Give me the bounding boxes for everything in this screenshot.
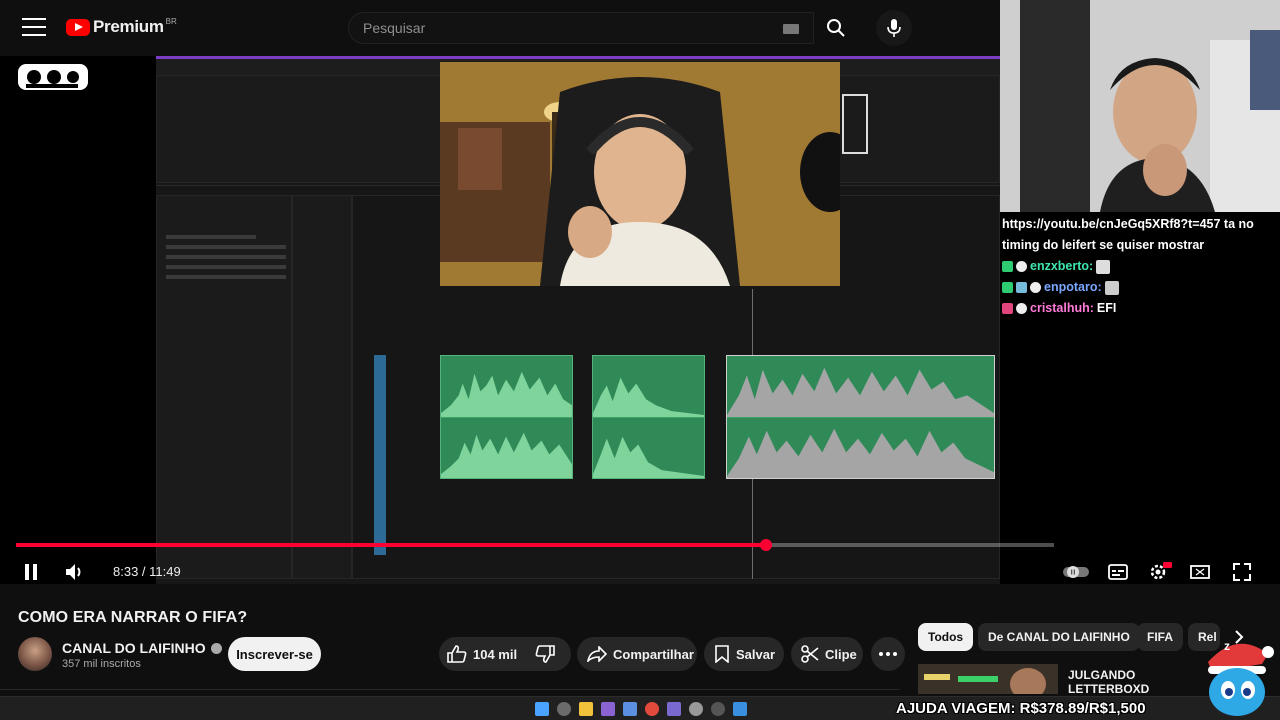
search-box [348,12,814,44]
time-display: 8:33 / 11:49 [113,564,181,579]
channel-watermark [18,64,88,90]
chat-username: enzxberto: [1030,259,1094,273]
dislike-icon [535,645,555,663]
app-icon[interactable] [623,702,637,716]
like-button[interactable]: 104 mil [439,637,519,671]
recommendation-thumbnail[interactable] [918,664,1058,694]
more-icon [879,652,897,656]
chat-message: https://youtu.be/cnJeGq5XRf8?t=457 ta no… [1002,214,1278,256]
pause-button[interactable] [20,560,42,584]
logo-text: Premium [93,17,164,36]
audio-clip [440,355,573,479]
subscriber-badge-icon [1002,261,1013,272]
chip-all[interactable]: Todos [918,623,974,651]
search-taskbar-icon[interactable] [557,702,571,716]
save-label: Salvar [736,646,776,662]
audio-clip-selected [726,355,995,479]
fullscreen-button[interactable] [1230,560,1254,584]
search-button[interactable] [814,12,858,44]
folder-icon[interactable] [579,702,593,716]
keyboard-icon[interactable] [783,24,799,34]
volume-icon [66,564,81,580]
autoplay-toggle[interactable] [1062,560,1090,584]
search-input[interactable] [349,13,769,43]
guest-webcam [440,62,840,286]
stream-chat: https://youtu.be/cnJeGq5XRf8?t=457 ta no… [1002,214,1278,319]
streamer-webcam [1000,0,1280,212]
channel-avatar[interactable] [18,637,52,671]
pause-icon [25,564,37,580]
mascot-overlay: z [1208,639,1274,716]
chat-message-text: https://youtu.be/cnJeGq5XRf8?t=457 ta no… [1002,217,1254,252]
subscriber-count: 357 mil inscritos [62,658,141,670]
settings-icon [1150,562,1172,580]
channel-name-row[interactable]: CANAL DO LAIFINHO [62,640,222,656]
app-icon[interactable] [689,702,703,716]
clip-button[interactable]: Clipe [791,637,863,671]
logo-region: BR [165,16,177,26]
menu-icon[interactable] [22,18,46,38]
chip-fifa[interactable]: FIFA [1137,623,1183,651]
subtitles-button[interactable] [1106,560,1130,584]
subscriber-badge-icon [1002,282,1013,293]
settings-button[interactable] [1146,560,1174,584]
chat-username: cristalhuh: [1030,301,1094,315]
like-icon [447,645,467,663]
user-avatar-icon [1030,282,1041,293]
share-icon [587,646,607,662]
chip-channel[interactable]: De CANAL DO LAIFINHO [978,623,1140,651]
user-avatar-icon [1016,261,1027,272]
audio-clip [592,355,705,479]
like-count: 104 mil [473,646,518,662]
share-label: Compartilhar [613,646,694,662]
mic-icon [887,19,901,37]
dislike-button[interactable] [519,637,571,671]
chat-message-text: EFI [1096,301,1117,315]
search-icon [827,19,845,37]
app-icon[interactable] [601,702,615,716]
app-icon[interactable] [645,702,659,716]
autoplay-toggle-icon [1063,566,1089,578]
theater-mode-button[interactable] [1188,560,1212,584]
badge-icon [1016,282,1027,293]
channel-name[interactable]: CANAL DO LAIFINHO [62,640,206,656]
more-actions-button[interactable] [871,637,905,671]
donation-goal: AJUDA VIAGEM: R$378.89/R$1,500 [896,700,1146,717]
share-button[interactable]: Compartilhar [577,637,697,671]
save-icon [715,645,729,663]
video-title: COMO ERA NARRAR O FIFA? [18,609,248,626]
masthead: Premium BR [0,0,1000,56]
app-icon[interactable] [711,702,725,716]
volume-button[interactable] [62,560,86,584]
subtitles-icon [1108,564,1128,580]
user-avatar-icon [1016,303,1027,314]
app-icon[interactable] [667,702,681,716]
video-player[interactable] [0,56,1000,584]
start-icon[interactable] [535,702,549,716]
subscribe-button[interactable]: Inscrever-se [228,637,321,671]
emote-icon [1104,280,1119,295]
chat-message: enzxberto: [1002,256,1278,277]
fullscreen-icon [1233,563,1251,581]
voice-search-button[interactable] [876,10,912,46]
youtube-logo[interactable]: Premium BR [66,17,177,37]
progress-played [16,543,767,547]
youtube-play-icon [66,18,90,36]
emote-icon [1096,259,1111,274]
theater-icon [1190,565,1210,579]
clip-label: Clipe [825,646,857,662]
svg-text:z: z [1224,639,1230,653]
verified-icon [210,642,222,654]
app-icon[interactable] [733,702,747,716]
chat-username: enpotaro: [1044,280,1102,294]
save-button[interactable]: Salvar [704,637,784,671]
chat-message: cristalhuh: EFI [1002,298,1278,319]
progress-bar[interactable] [16,539,1054,551]
heart-badge-icon [1002,303,1013,314]
chat-message: enpotaro: [1002,277,1278,298]
clip-icon [801,645,819,663]
